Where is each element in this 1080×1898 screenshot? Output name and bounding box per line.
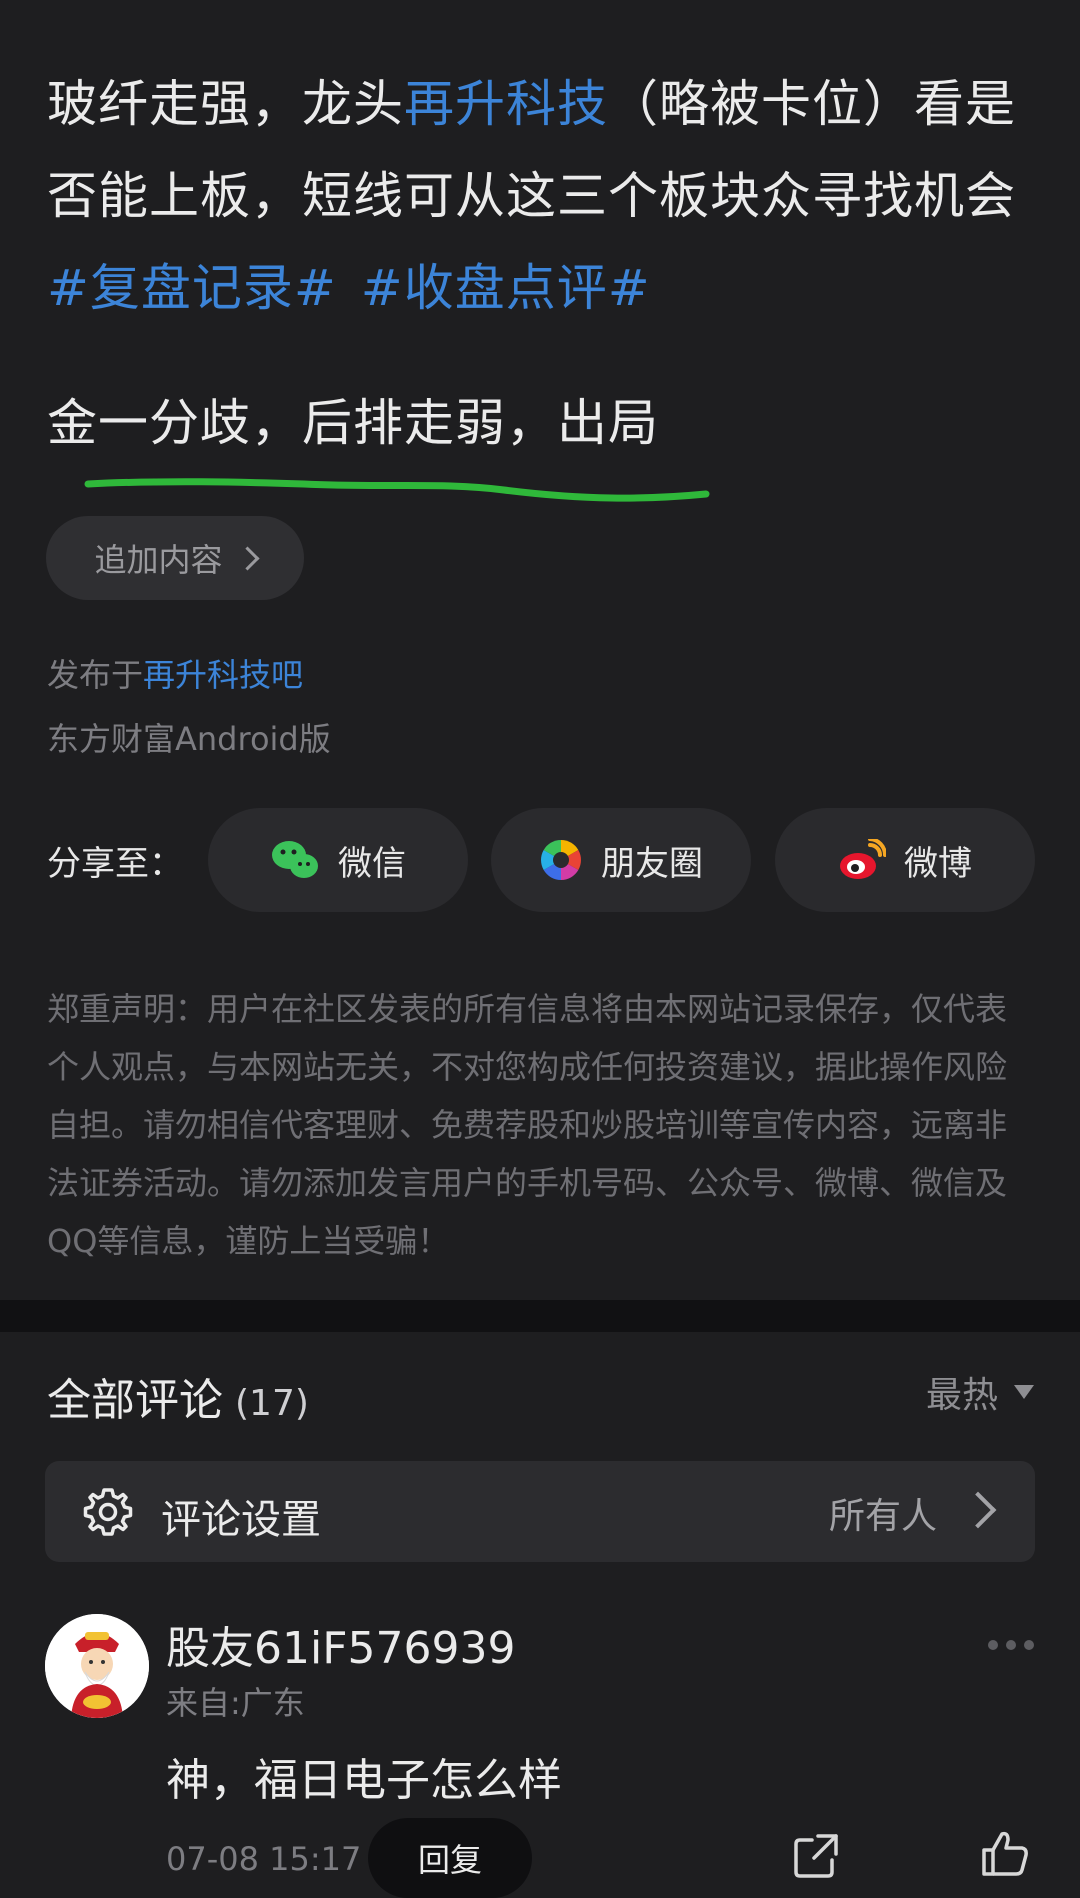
share-moments-label: 朋友圈 — [601, 843, 703, 884]
comment-location: 来自:广东 — [166, 1684, 305, 1722]
share-weibo-label: 微博 — [904, 843, 972, 884]
comment-username[interactable]: 股友61iF576939 — [166, 1612, 516, 1676]
stock-link[interactable]: 再升科技 — [404, 75, 608, 133]
moments-icon — [541, 840, 581, 880]
wechat-icon — [272, 841, 318, 878]
share-weibo-button[interactable]: 微博 — [775, 808, 1035, 912]
hand-drawn-underline — [84, 478, 710, 502]
comments-count: (17) — [235, 1383, 309, 1424]
post-update-text: 金一分歧，后排走弱，出局 — [47, 394, 659, 452]
more-options-icon[interactable] — [988, 1640, 1034, 1650]
comments-title: 全部评论 (17) — [47, 1364, 309, 1428]
share-label: 分享至： — [47, 844, 183, 884]
share-row: 分享至： 微信 朋友圈 微博 — [47, 808, 1047, 912]
section-divider — [0, 1300, 1080, 1332]
share-icon[interactable] — [792, 1832, 840, 1880]
avatar[interactable] — [45, 1614, 149, 1718]
reply-button[interactable]: 回复 — [368, 1818, 532, 1898]
reply-button-label: 回复 — [417, 1841, 482, 1879]
fortune-god-avatar-icon — [45, 1614, 149, 1718]
comment-settings-label: 评论设置 — [161, 1497, 321, 1543]
share-wechat-button[interactable]: 微信 — [208, 808, 468, 912]
post-title-part1: 玻纤走强，龙头 — [47, 75, 404, 133]
chevron-right-icon — [959, 1491, 997, 1529]
post-title: 玻纤走强，龙头再升科技（略被卡位）看是否能上板，短线可从这三个板块众寻找机会 #… — [47, 58, 1047, 334]
published-prefix: 发布于 — [47, 656, 144, 694]
post-section: 玻纤走强，龙头再升科技（略被卡位）看是否能上板，短线可从这三个板块众寻找机会 #… — [0, 0, 1080, 1300]
comments-title-label: 全部评论 — [47, 1375, 223, 1426]
weibo-icon — [840, 839, 886, 879]
comment-text: 神，福日电子怎么样 — [166, 1755, 562, 1806]
comment-settings-value: 所有人 — [828, 1496, 937, 1537]
bar-link[interactable]: 再升科技吧 — [143, 656, 303, 694]
thumbs-up-icon[interactable] — [980, 1828, 1030, 1878]
caret-down-icon — [1014, 1385, 1034, 1399]
comment-time: 07-08 15:17 — [166, 1840, 362, 1878]
append-content-label: 追加内容 — [94, 541, 223, 579]
gear-icon — [83, 1488, 133, 1536]
sort-dropdown-label: 最热 — [925, 1375, 998, 1416]
append-content-button[interactable]: 追加内容 — [46, 516, 304, 600]
share-wechat-label: 微信 — [338, 843, 406, 884]
client-source: 东方财富Android版 — [47, 720, 331, 758]
sort-dropdown[interactable]: 最热 — [926, 1366, 1034, 1418]
comment-settings-row[interactable]: 评论设置 所有人 — [45, 1461, 1035, 1562]
chevron-right-icon — [234, 545, 260, 571]
disclaimer-text: 郑重声明：用户在社区发表的所有信息将由本网站记录保存，仅代表个人观点，与本网站无… — [47, 990, 1008, 1260]
hashtag-closing-comment[interactable]: #收盘点评# — [361, 259, 651, 317]
share-moments-button[interactable]: 朋友圈 — [491, 808, 751, 912]
published-in: 发布于再升科技吧 — [47, 650, 303, 696]
hashtag-review[interactable]: #复盘记录# — [47, 259, 337, 317]
comments-section: 全部评论 (17) 最热 评论设置 所有人 股友61iF576939 来自:广东 … — [0, 1332, 1080, 1898]
